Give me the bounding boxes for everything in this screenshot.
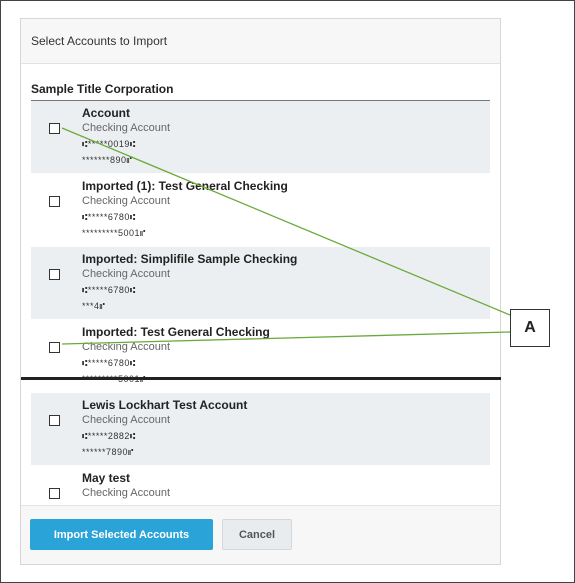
- callout-leader-lines: [61, 127, 511, 345]
- leader-line: [61, 127, 511, 316]
- callout-label: A: [510, 309, 550, 347]
- leader-line: [61, 331, 511, 345]
